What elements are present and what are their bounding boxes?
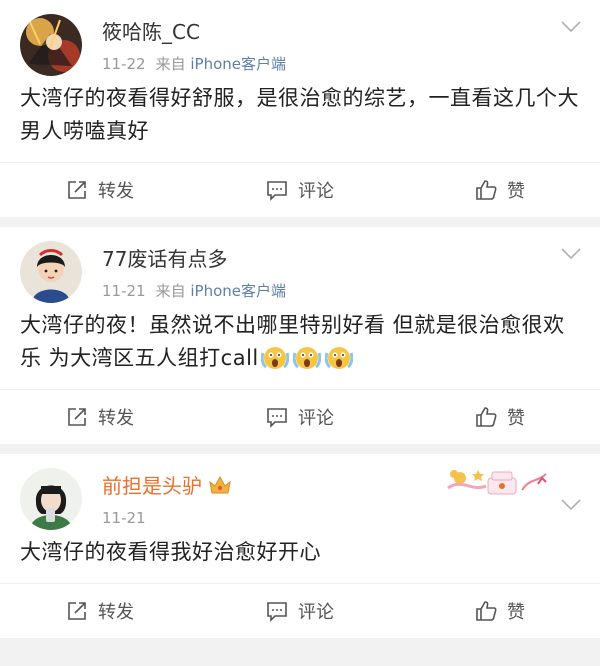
like-label: 赞: [507, 181, 525, 202]
post-header: 前担是头驴 11-21: [0, 454, 600, 530]
chevron-down-icon[interactable]: [560, 20, 582, 34]
repost-icon: [68, 408, 86, 426]
username[interactable]: 77废话有点多: [102, 247, 227, 271]
vip-crown-icon: [209, 475, 231, 494]
comment-icon: [267, 408, 287, 428]
post-text: 大湾仔的夜看得好舒服，是很治愈的综艺，一直看这几个大男人唠嗑真好: [20, 86, 579, 143]
comment-button[interactable]: 评论: [200, 177, 400, 203]
like-button[interactable]: 赞: [400, 404, 600, 430]
from-label: 来自: [155, 282, 186, 300]
action-bar: 转发 评论 赞: [0, 389, 600, 444]
avatar[interactable]: [20, 241, 82, 303]
post-card: 筱哈陈_CC 11-22 来自 iPhone客户端 大湾仔的夜看得好舒服，是很治愈…: [0, 0, 600, 217]
chevron-down-icon[interactable]: [560, 498, 582, 512]
like-button[interactable]: 赞: [400, 177, 600, 203]
avatar[interactable]: [20, 14, 82, 76]
weibo-comment-feed: 筱哈陈_CC 11-22 来自 iPhone客户端 大湾仔的夜看得好舒服，是很治愈…: [0, 0, 600, 638]
post-card: 前担是头驴 11-21 大湾仔的夜看得我好治愈好开心 转发 评论 赞: [0, 454, 600, 638]
post-meta: 11-21 来自 iPhone客户端: [102, 281, 286, 301]
scream-emoji: [324, 347, 353, 369]
like-button[interactable]: 赞: [400, 598, 600, 624]
comment-button[interactable]: 评论: [200, 404, 400, 430]
repost-label: 转发: [98, 181, 134, 202]
from-label: 来自: [155, 55, 186, 73]
repost-button[interactable]: 转发: [0, 404, 200, 430]
repost-icon: [68, 602, 86, 620]
scream-emoji: [260, 347, 289, 369]
repost-button[interactable]: 转发: [0, 598, 200, 624]
chevron-down-icon[interactable]: [560, 247, 582, 261]
post-text: 大湾仔的夜看得我好治愈好开心: [20, 540, 321, 564]
like-label: 赞: [507, 602, 525, 623]
post-date: 11-21: [102, 282, 146, 300]
post-header: 筱哈陈_CC 11-22 来自 iPhone客户端: [0, 0, 600, 76]
post-date: 11-21: [102, 509, 146, 527]
scream-emoji: [292, 347, 321, 369]
repost-label: 转发: [98, 408, 134, 429]
like-label: 赞: [507, 408, 525, 429]
username[interactable]: 前担是头驴: [102, 474, 232, 498]
comment-label: 评论: [298, 602, 334, 623]
post-meta: 11-22 来自 iPhone客户端: [102, 54, 286, 74]
comment-label: 评论: [298, 181, 334, 202]
post-text: 大湾仔的夜！虽然说不出哪里特别好看 但就是很治愈很欢乐 为大湾区五人组打call: [0, 295, 600, 375]
like-icon: [476, 180, 497, 200]
comment-icon: [267, 181, 287, 201]
source-app-link[interactable]: iPhone客户端: [190, 282, 286, 300]
repost-label: 转发: [98, 602, 134, 623]
source-app-link[interactable]: iPhone客户端: [190, 55, 286, 73]
username[interactable]: 筱哈陈_CC: [102, 20, 200, 44]
repost-icon: [68, 181, 86, 199]
like-icon: [476, 407, 497, 427]
post-header: 77废话有点多 11-21 来自 iPhone客户端: [0, 227, 600, 303]
action-bar: 转发 评论 赞: [0, 162, 600, 217]
post-date: 11-22: [102, 55, 146, 73]
birthday-cake-badge: [447, 470, 547, 495]
avatar[interactable]: [20, 468, 82, 530]
username-text: 前担是头驴: [102, 474, 202, 498]
post-meta: 11-21: [102, 508, 146, 528]
action-bar: 转发 评论 赞: [0, 583, 600, 638]
comment-label: 评论: [298, 408, 334, 429]
comment-icon: [267, 602, 287, 622]
post-card: 77废话有点多 11-21 来自 iPhone客户端 大湾仔的夜！虽然说不出哪里特…: [0, 227, 600, 444]
comment-button[interactable]: 评论: [200, 598, 400, 624]
like-icon: [476, 601, 497, 621]
repost-button[interactable]: 转发: [0, 177, 200, 203]
